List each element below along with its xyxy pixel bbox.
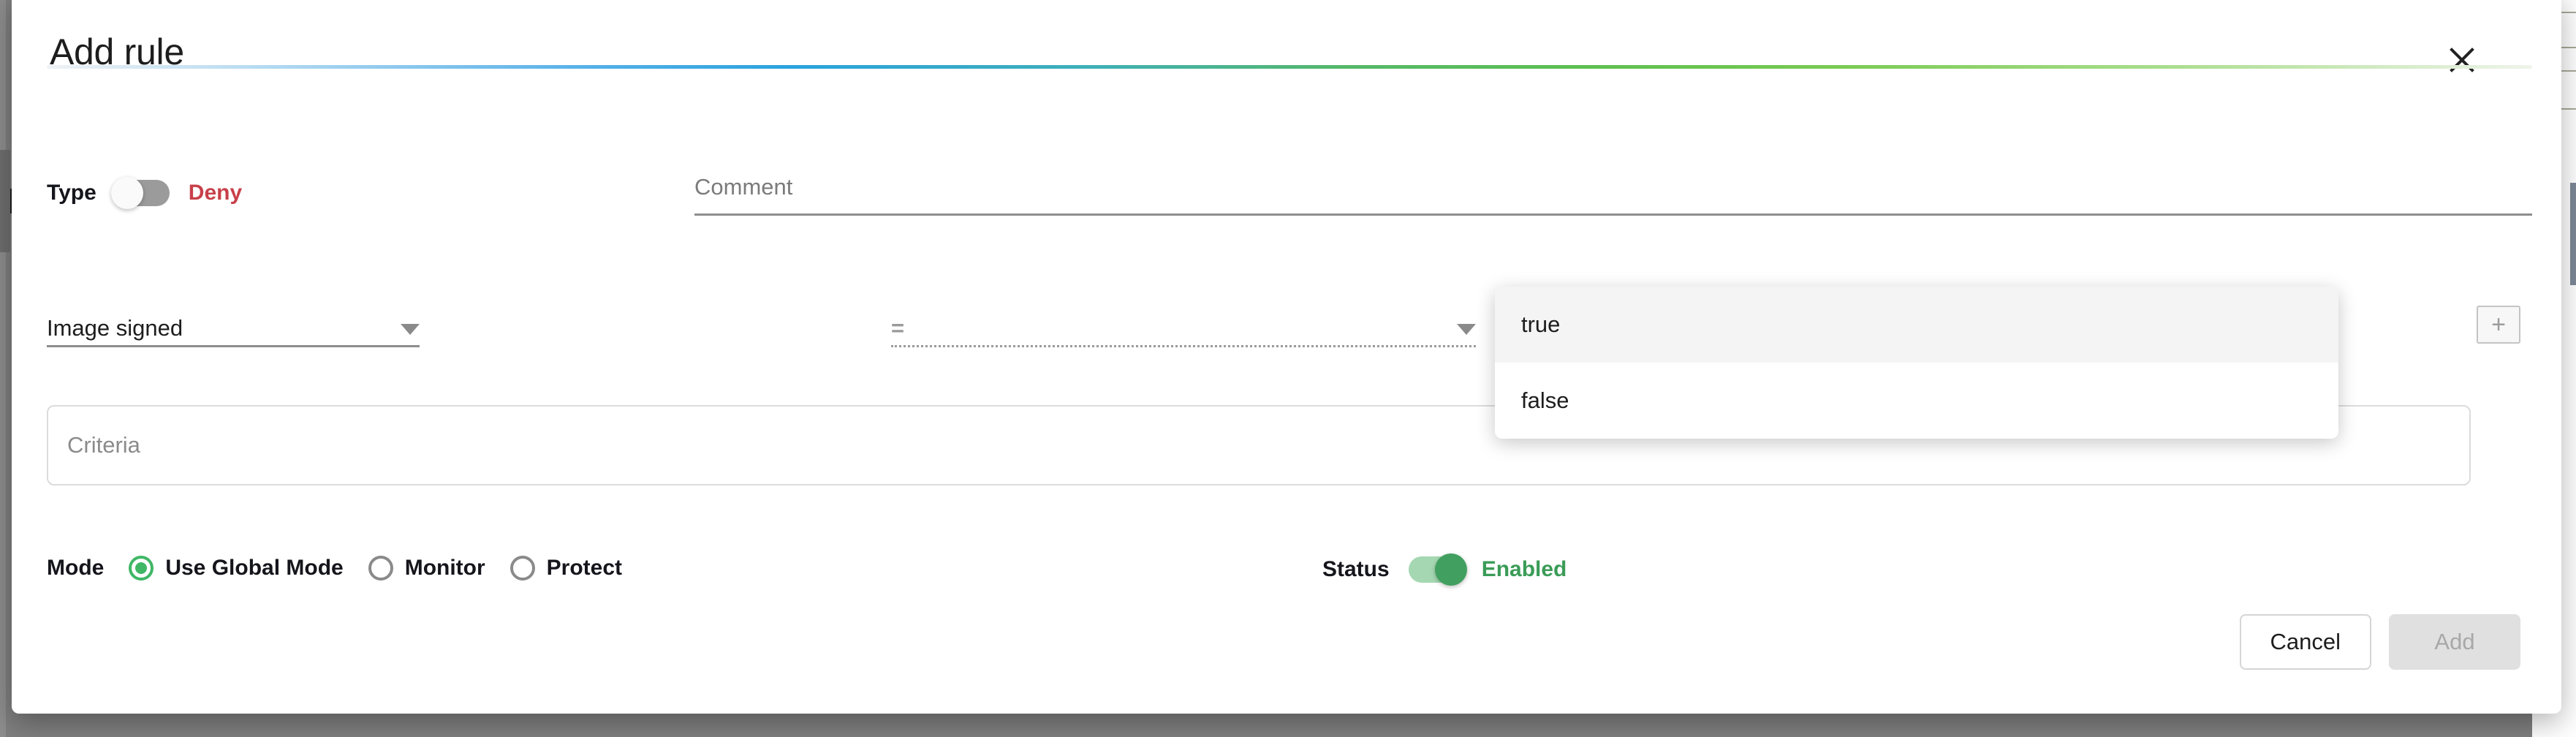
dropdown-option-true[interactable]: true: [1495, 287, 2338, 363]
mode-option-label: Monitor: [404, 556, 485, 580]
value-dropdown-menu: true false: [1495, 287, 2338, 439]
add-condition-button[interactable]: +: [2477, 306, 2520, 344]
add-rule-dialog: Add rule Type Deny Image signed: [12, 0, 2561, 714]
mode-option-monitor[interactable]: Monitor: [368, 556, 485, 581]
radio-icon: [129, 556, 154, 581]
type-label: Type: [47, 181, 96, 205]
dropdown-option-false[interactable]: false: [1495, 363, 2338, 439]
operator-select[interactable]: =: [891, 306, 1476, 347]
radio-icon: [509, 556, 535, 581]
status-toggle-knob: [1434, 553, 1467, 586]
comment-field: [694, 174, 2532, 216]
background-left-edge: [0, 0, 6, 737]
cancel-button[interactable]: Cancel: [2239, 614, 2371, 670]
header-accent-gradient: [47, 65, 2532, 69]
status-label: Status: [1322, 557, 1390, 581]
chevron-down-icon: [1457, 324, 1476, 335]
background-right-swatch: [2570, 183, 2576, 285]
type-toggle[interactable]: [110, 177, 170, 209]
mode-row: Mode Use Global Mode Monitor Protect: [47, 550, 647, 586]
type-toggle-knob: [110, 177, 143, 209]
attribute-select-value: Image signed: [47, 315, 183, 341]
attribute-select-underline: [47, 345, 420, 347]
status-row: Status Enabled: [1322, 551, 1567, 588]
operator-select-underline: [891, 345, 1476, 347]
mode-option-protect[interactable]: Protect: [509, 556, 623, 581]
attribute-select[interactable]: Image signed: [47, 306, 420, 347]
comment-underline: [694, 213, 2532, 216]
mode-option-label: Use Global Mode: [165, 556, 344, 580]
add-button[interactable]: Add: [2389, 614, 2520, 670]
mode-label: Mode: [47, 556, 105, 580]
mode-option-use-global-mode[interactable]: Use Global Mode: [129, 556, 344, 581]
dialog-footer: Cancel Add: [47, 614, 2520, 670]
chevron-down-icon: [401, 324, 420, 335]
close-button[interactable]: [2440, 38, 2484, 82]
type-row: Type Deny: [47, 175, 242, 211]
radio-icon: [368, 556, 393, 581]
type-value-label: Deny: [188, 181, 243, 205]
operator-select-value: =: [891, 315, 905, 341]
background-left-marker: [0, 150, 10, 252]
comment-input[interactable]: [694, 174, 2532, 213]
status-toggle[interactable]: [1408, 553, 1467, 586]
mode-option-label: Protect: [546, 556, 623, 580]
status-value-label: Enabled: [1481, 557, 1567, 581]
